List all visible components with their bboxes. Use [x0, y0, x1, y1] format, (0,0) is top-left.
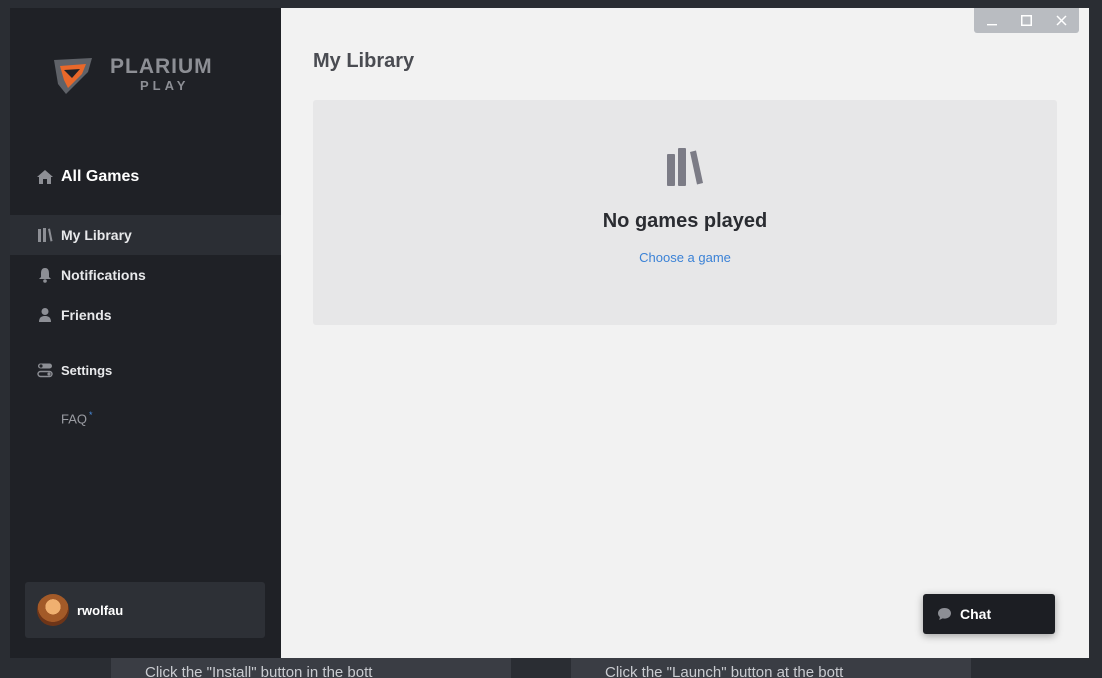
nav-all-games-label: All Games	[61, 168, 140, 185]
logo-subbrand: PLAY	[140, 78, 190, 93]
maximize-icon	[1021, 15, 1032, 26]
chat-button[interactable]: Chat	[923, 594, 1055, 634]
faq-link[interactable]: FAQ *	[61, 410, 93, 426]
main-content: My Library No games played Choose a game	[281, 8, 1089, 658]
logo-brand: PLARIUM	[110, 55, 213, 78]
sidebar-item-label: Settings	[61, 362, 113, 378]
minimize-button[interactable]	[974, 8, 1009, 33]
close-icon	[1056, 15, 1067, 26]
sidebar-item-label: Friends	[61, 307, 112, 323]
choose-game-link[interactable]: Choose a game	[313, 250, 1057, 265]
minimize-icon	[986, 23, 997, 25]
window-controls	[974, 8, 1079, 33]
app-window: PLARIUM PLAY All Games My Library Notifi…	[10, 8, 1089, 658]
sidebar-item-label: Notifications	[61, 267, 146, 283]
empty-library-card: No games played Choose a game	[313, 100, 1057, 325]
nav-all-games[interactable]: All Games	[36, 168, 139, 186]
sidebar: PLARIUM PLAY All Games My Library Notifi…	[10, 8, 281, 658]
bell-icon	[37, 267, 53, 283]
username: rwolfau	[77, 602, 124, 618]
background-page-fragment-left: Click the "Install" button in the bott	[111, 658, 511, 678]
external-link-mark: *	[89, 410, 93, 420]
library-icon	[37, 227, 53, 243]
sidebar-item-my-library[interactable]: My Library	[10, 215, 281, 255]
maximize-button[interactable]	[1009, 8, 1044, 33]
user-profile-card[interactable]: rwolfau	[25, 582, 265, 638]
chat-label: Chat	[960, 606, 992, 622]
sidebar-item-notifications[interactable]: Notifications	[10, 255, 281, 295]
close-button[interactable]	[1044, 8, 1079, 33]
person-icon	[37, 307, 53, 323]
avatar	[37, 594, 69, 626]
toggle-icon	[37, 362, 53, 378]
background-page-fragment-right: Click the "Launch" button at the bott	[571, 658, 971, 678]
chat-bubble-icon	[937, 607, 952, 621]
page-title: My Library	[313, 50, 415, 72]
plarium-play-logo[interactable]: PLARIUM PLAY	[52, 54, 213, 94]
home-icon	[37, 170, 53, 184]
library-icon	[667, 148, 703, 186]
logo-text: PLARIUM PLAY	[110, 56, 213, 92]
empty-state-title: No games played	[602, 210, 768, 232]
sidebar-item-label: My Library	[61, 227, 132, 243]
faq-label: FAQ	[61, 411, 88, 427]
sidebar-item-friends[interactable]: Friends	[10, 295, 281, 335]
sidebar-item-settings[interactable]: Settings	[10, 350, 281, 390]
plarium-logo-icon	[54, 58, 92, 94]
